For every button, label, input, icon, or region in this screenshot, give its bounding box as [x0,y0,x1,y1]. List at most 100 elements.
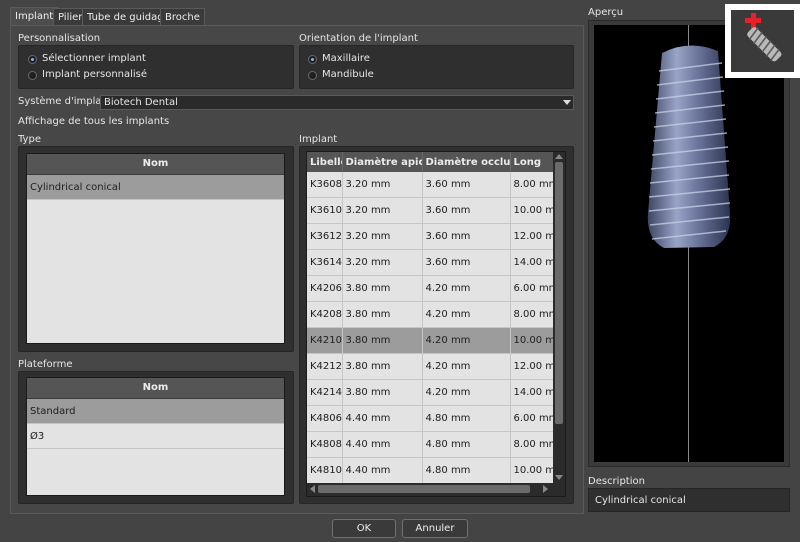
implant-table-row[interactable]: K42083.80 mm4.20 mm8.00 mm [307,301,553,328]
implant-table-cell: K4206 [307,275,343,302]
vertical-scrollbar[interactable] [553,152,565,483]
tab-implant[interactable]: Implant [10,7,59,26]
description-value: Cylindrical conical [595,495,686,506]
implant-table-row[interactable]: K42143.80 mm4.20 mm14.00 mm [307,379,553,406]
implant-table-cell: 6.00 mm [510,275,553,302]
column-header-apical-diameter[interactable]: Diamètre apical [342,152,423,172]
implant-table-cell: 3.20 mm [342,172,423,198]
horizontal-scrollbar[interactable] [307,483,565,496]
column-header-libelle[interactable]: Libellé [307,152,343,172]
implant-table-cell: 3.80 mm [342,301,423,328]
implant-table-cell: 6.00 mm [510,405,553,432]
type-row[interactable]: Cylindrical conical [27,175,284,200]
implant-table-row[interactable]: K48104.40 mm4.80 mm10.00 mm [307,457,553,483]
scroll-left-arrow-icon[interactable] [310,485,315,493]
implant-table-row[interactable]: K42103.80 mm4.20 mm10.00 mm [307,327,553,354]
radio-select-implant[interactable] [28,55,37,64]
implant-table-cell: 3.60 mm [422,172,511,198]
implant-table-cell: 8.00 mm [510,431,553,458]
radio-select-implant-label[interactable]: Sélectionner implant [42,53,146,64]
implant-table-cell: K4208 [307,301,343,328]
column-header-length[interactable]: Long [510,152,553,172]
implant-table-row[interactable]: K36083.20 mm3.60 mm8.00 mm [307,172,553,198]
implant-table-row[interactable]: K42123.80 mm4.20 mm12.00 mm [307,353,553,380]
scroll-down-arrow-icon[interactable] [555,475,563,480]
orientation-group [299,45,574,89]
description-title: Description [588,476,645,487]
implant-table-cell: 4.20 mm [422,275,511,302]
implant-table-cell: K3610 [307,197,343,224]
implant-table-cell: 4.20 mm [422,379,511,406]
implant-table-cell: 4.80 mm [422,405,511,432]
type-list-header: Nom [27,154,284,175]
radio-maxillaire-label[interactable]: Maxillaire [322,53,370,64]
implant-table-cell: 10.00 mm [510,327,553,354]
implant-table-cell: 3.80 mm [342,327,423,354]
implant-table-cell: 4.20 mm [422,353,511,380]
horizontal-scroll-thumb[interactable] [318,485,530,493]
platform-row[interactable]: Ø3 [27,424,284,449]
implant-table-row[interactable]: K42063.80 mm4.20 mm6.00 mm [307,275,553,302]
ok-button[interactable]: OK [332,519,396,538]
radio-custom-implant[interactable] [28,71,37,80]
scroll-right-arrow-icon[interactable] [543,485,548,493]
implant-table-cell: 8.00 mm [510,301,553,328]
add-implant-button[interactable] [725,4,800,78]
implant-table-row[interactable]: K36143.20 mm3.60 mm14.00 mm [307,249,553,276]
implant-table-cell: 8.00 mm [510,172,553,198]
add-implant-icon [731,10,794,72]
implant-table-cell: 10.00 mm [510,457,553,483]
implant-table-cell: 12.00 mm [510,353,553,380]
type-list: Nom Cylindrical conical [26,153,285,344]
column-header-occlusal-diameter[interactable]: Diamètre occlusal [422,152,511,172]
vertical-scroll-thumb[interactable] [555,162,563,424]
screw-icon [747,27,782,62]
implant-table-cell: 3.60 mm [422,197,511,224]
implant-table-row[interactable]: K48064.40 mm4.80 mm6.00 mm [307,405,553,432]
platform-list: Nom Standard Ø3 [26,377,285,496]
implant-table-cell: 10.00 mm [510,197,553,224]
implant-table-row[interactable]: K48084.40 mm4.80 mm8.00 mm [307,431,553,458]
implant-system-select[interactable]: Biotech Dental [100,95,574,110]
implant-table-cell: K4808 [307,431,343,458]
platform-row[interactable]: Standard [27,399,284,424]
implant-table-cell: K3614 [307,249,343,276]
implant-table-cell: 3.20 mm [342,223,423,250]
implant-table-cell: 4.80 mm [422,457,511,483]
radio-mandibule[interactable] [308,71,317,80]
preview-viewport[interactable] [594,25,784,462]
implant-table-cell: 3.60 mm [422,249,511,276]
implant-table-cell: 3.20 mm [342,249,423,276]
implant-table-cell: 4.40 mm [342,405,423,432]
implant-table-cell: K3608 [307,172,343,198]
cancel-button[interactable]: Annuler [402,519,468,538]
radio-mandibule-label[interactable]: Mandibule [322,69,374,80]
implant-table-row[interactable]: K36103.20 mm3.60 mm10.00 mm [307,197,553,224]
implant-table-cell: 3.20 mm [342,197,423,224]
radio-maxillaire[interactable] [308,55,317,64]
implant-system-value: Biotech Dental [104,97,178,108]
scroll-up-arrow-icon[interactable] [555,154,563,159]
implant-table-cell: 12.00 mm [510,223,553,250]
implant-table-row[interactable]: K36123.20 mm3.60 mm12.00 mm [307,223,553,250]
radio-custom-implant-label[interactable]: Implant personnalisé [42,69,147,80]
implant-table-cell: 4.20 mm [422,301,511,328]
implant-table-cell: K4810 [307,457,343,483]
implant-table-cell: K4214 [307,379,343,406]
display-all-implants-label: Affichage de tous les implants [18,116,170,127]
implant-table-body: K36083.20 mm3.60 mm8.00 mmK36103.20 mm3.… [307,172,553,483]
implant-table-cell: 3.80 mm [342,353,423,380]
orientation-title: Orientation de l'implant [299,33,418,44]
type-title: Type [18,134,41,145]
implant-table-cell: 3.60 mm [422,223,511,250]
implant-table-cell: 4.40 mm [342,431,423,458]
description-field: Cylindrical conical [588,488,790,512]
implant-table-cell: 14.00 mm [510,379,553,406]
personalisation-title: Personnalisation [18,33,101,44]
implant-table-cell: 4.20 mm [422,327,511,354]
implant-table-viewport: Libellé Diamètre apical Diamètre occlusa… [307,152,553,483]
implant-table-cell: K4806 [307,405,343,432]
platform-list-header: Nom [27,378,284,399]
tab-broche[interactable]: Broche [160,8,205,26]
chevron-down-icon[interactable] [563,100,571,106]
